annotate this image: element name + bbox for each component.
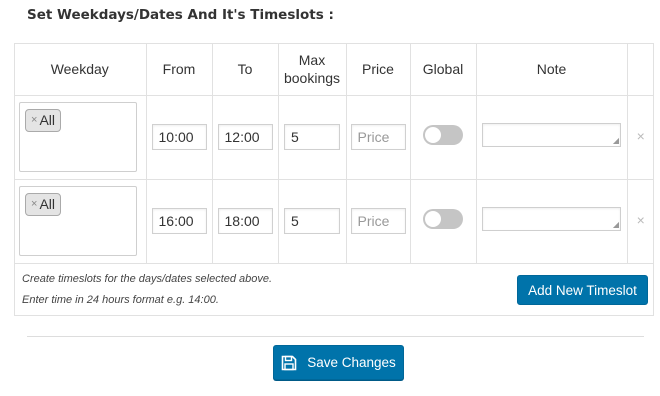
from-time-input[interactable]: 10:00 bbox=[151, 124, 207, 150]
add-new-timeslot-button[interactable]: Add New Timeslot bbox=[517, 275, 648, 305]
remove-row-close-icon[interactable]: × bbox=[637, 212, 645, 228]
help-line-2: Enter time in 24 hours format e.g. 14:00… bbox=[22, 294, 219, 306]
resize-grip-icon[interactable]: ◢ bbox=[613, 220, 619, 229]
header-weekday: Weekday bbox=[14, 43, 147, 96]
table-row: × All 16:00 18:00 5 Price ◢ × bbox=[14, 178, 654, 264]
timeslots-panel: Weekday From To Max bookings Price Globa… bbox=[14, 43, 654, 316]
header-max-bookings-line1: Max bbox=[298, 51, 326, 68]
note-textarea[interactable]: ◢ bbox=[482, 122, 621, 147]
save-changes-button[interactable]: Save Changes bbox=[273, 345, 404, 380]
toggle-knob bbox=[425, 210, 441, 227]
header-from: From bbox=[145, 43, 213, 96]
note-textarea[interactable]: ◢ bbox=[482, 206, 621, 231]
remove-row-close-icon[interactable]: × bbox=[637, 128, 645, 144]
tag-remove-icon[interactable]: × bbox=[31, 110, 37, 131]
price-input[interactable]: Price bbox=[350, 208, 406, 234]
footer-help-text: Create timeslots for the days/dates sele… bbox=[22, 269, 272, 311]
toggle-knob bbox=[425, 126, 441, 143]
max-bookings-input[interactable]: 5 bbox=[284, 124, 340, 150]
to-time-input[interactable]: 12:00 bbox=[217, 124, 273, 150]
tag-remove-icon[interactable]: × bbox=[31, 194, 37, 215]
max-bookings-input[interactable]: 5 bbox=[284, 208, 340, 234]
table-header-row: Weekday From To Max bookings Price Globa… bbox=[14, 43, 654, 96]
weekday-tag: × All bbox=[25, 109, 61, 132]
header-note: Note bbox=[475, 43, 628, 96]
section-title: Set Weekdays/Dates And It's Timeslots : bbox=[27, 7, 334, 23]
table-row: × All 10:00 12:00 5 Price ◢ × bbox=[14, 94, 654, 180]
header-price: Price bbox=[345, 43, 411, 96]
header-max-bookings: Max bookings bbox=[277, 43, 347, 96]
resize-grip-icon[interactable]: ◢ bbox=[613, 136, 619, 145]
global-toggle[interactable] bbox=[423, 208, 463, 229]
global-toggle[interactable] bbox=[423, 124, 463, 145]
from-time-input[interactable]: 16:00 bbox=[151, 208, 207, 234]
weekday-tag: × All bbox=[25, 193, 61, 216]
divider bbox=[27, 336, 644, 337]
price-input[interactable]: Price bbox=[350, 124, 406, 150]
weekday-tag-label: All bbox=[39, 112, 55, 128]
floppy-disk-icon bbox=[281, 355, 297, 371]
weekday-select[interactable]: × All bbox=[19, 102, 137, 172]
save-changes-label: Save Changes bbox=[307, 355, 396, 370]
to-time-input[interactable]: 18:00 bbox=[217, 208, 273, 234]
weekday-tag-label: All bbox=[39, 196, 55, 212]
header-global: Global bbox=[409, 43, 477, 96]
header-remove bbox=[626, 43, 654, 96]
header-max-bookings-line2: bookings bbox=[283, 69, 341, 86]
header-to: To bbox=[211, 43, 279, 96]
timeslots-table: Weekday From To Max bookings Price Globa… bbox=[14, 43, 654, 264]
help-line-1: Create timeslots for the days/dates sele… bbox=[22, 273, 273, 285]
weekday-select[interactable]: × All bbox=[19, 186, 137, 256]
